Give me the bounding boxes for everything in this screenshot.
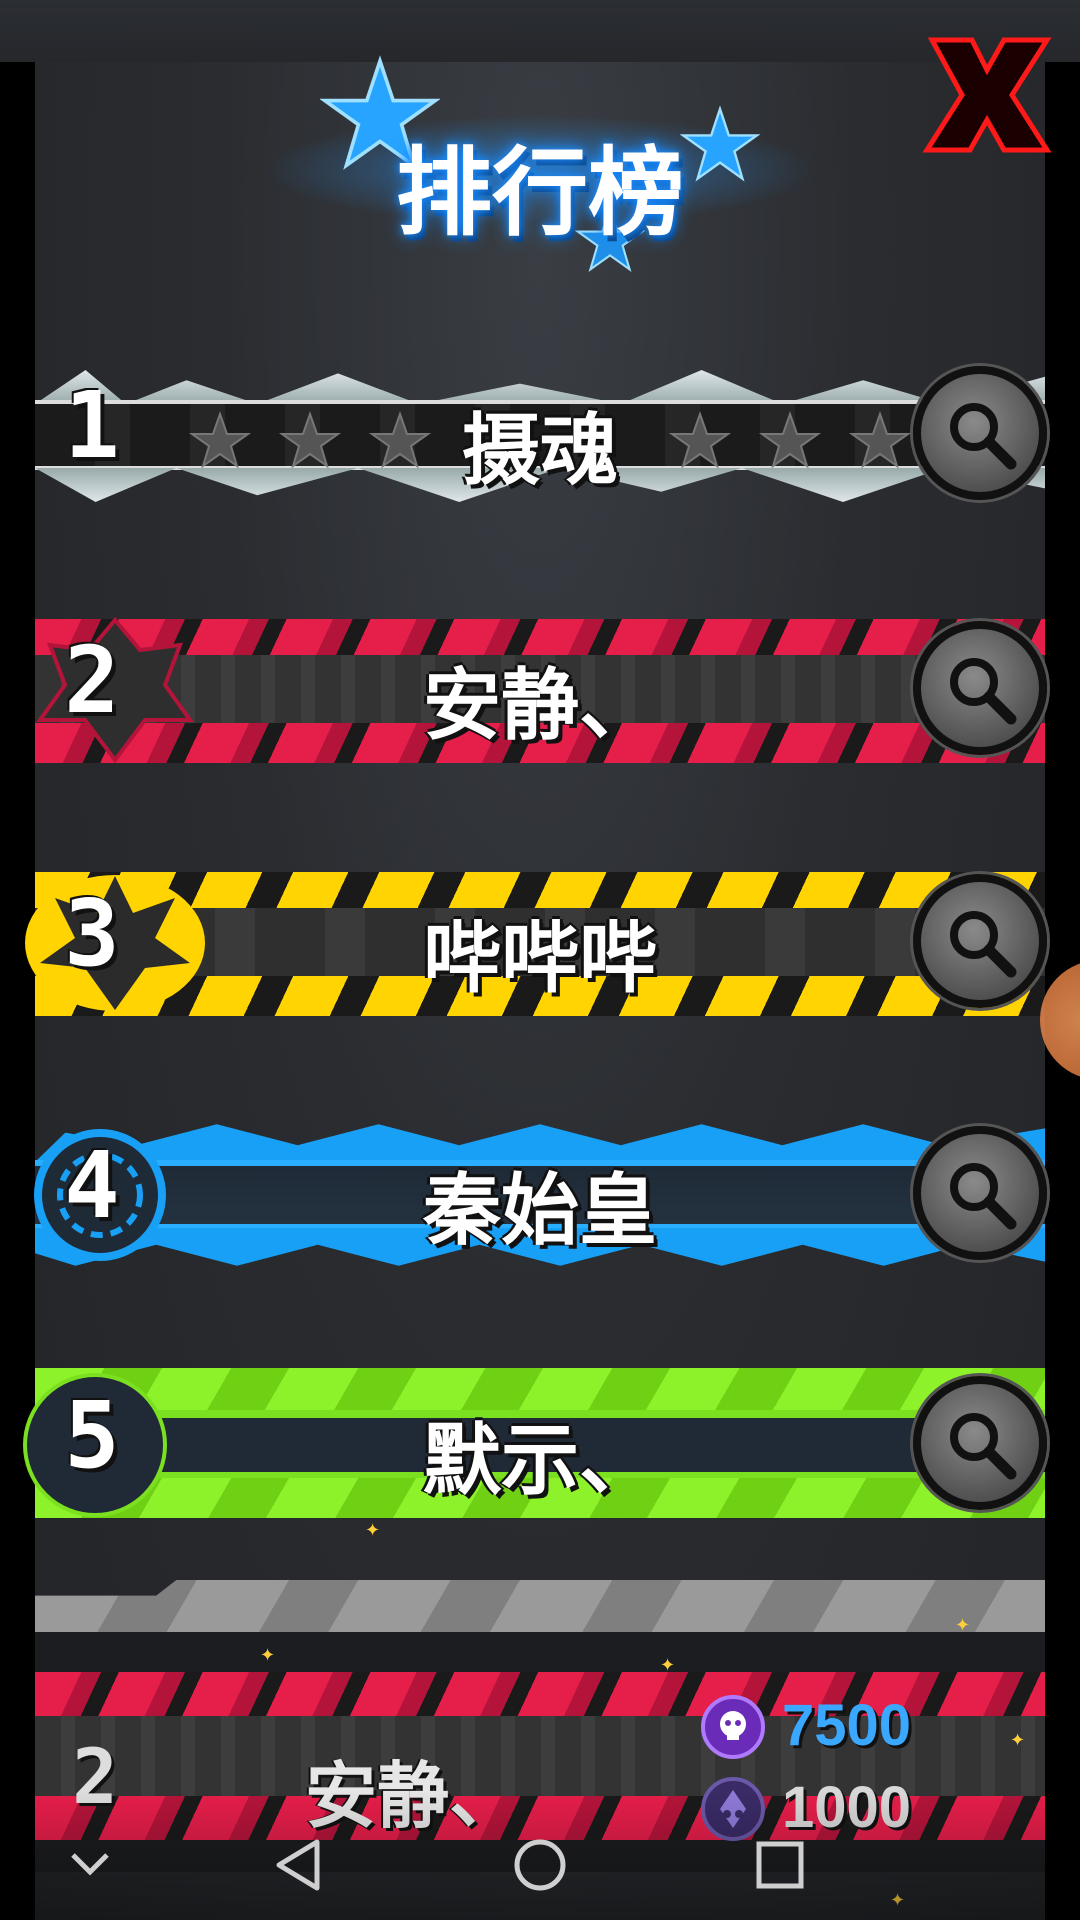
floating-assistant-handle[interactable] (1040, 960, 1080, 1080)
rank-number: 4 (64, 1132, 120, 1239)
chevron-down-icon[interactable] (55, 1830, 125, 1900)
player-name: 摄魂 (461, 406, 618, 496)
player-name: 默示、 (422, 1416, 657, 1506)
close-icon (922, 37, 1052, 153)
currency-skull-coins: 7500 (700, 1690, 1000, 1760)
player-name: 安静、 (422, 661, 657, 751)
page-title: 排行榜 (396, 137, 684, 249)
magnifier-icon (950, 1413, 1017, 1480)
sparkle-decoration: ✦ (955, 1615, 971, 1636)
view-player-button[interactable] (913, 366, 1047, 500)
sparkle-decoration: ✦ (1010, 1730, 1026, 1751)
sparkle-decoration: ✦ (365, 1520, 381, 1541)
view-player-button[interactable] (913, 1376, 1047, 1510)
close-button[interactable]: X (912, 30, 1062, 160)
title-banner: 排行榜 (260, 55, 820, 285)
rank-number: 1 (64, 372, 120, 479)
rank-number: 5 (64, 1382, 120, 1489)
sparkle-decoration: ✦ (660, 1655, 676, 1676)
player-name: 哔哔哔 (422, 914, 657, 1004)
view-player-button[interactable] (913, 621, 1047, 755)
player-name: 秦始皇 (422, 1166, 657, 1256)
magnifier-icon (950, 1163, 1017, 1230)
leaderboard-row-3: 3 哔哔哔 (25, 838, 1047, 1048)
system-navigation-bar (0, 1790, 1080, 1920)
home-circle-icon[interactable] (505, 1830, 575, 1900)
recents-square-icon[interactable] (745, 1830, 815, 1900)
sparkle-decoration: ✦ (260, 1645, 276, 1666)
rank-number: 3 (64, 880, 120, 987)
view-player-button[interactable] (913, 1126, 1047, 1260)
view-player-button[interactable] (913, 874, 1047, 1008)
magnifier-icon (950, 658, 1017, 725)
skull-coin-amount: 7500 (782, 1693, 912, 1758)
leaderboard-row-2: 2 安静、 (35, 585, 1047, 795)
back-triangle-icon[interactable] (265, 1830, 335, 1900)
leaderboard-row-5: 5 默示、 (23, 1340, 1047, 1550)
rank-number: 2 (64, 627, 120, 734)
partial-row-6-bar (35, 1580, 1045, 1632)
purple-skull-coin-icon (701, 1695, 765, 1759)
leaderboard-row-1: 1 摄魂 (35, 330, 1047, 540)
leaderboard-row-4: 4 秦始皇 (34, 1090, 1047, 1300)
magnifier-icon (950, 911, 1017, 978)
magnifier-icon (950, 403, 1017, 470)
